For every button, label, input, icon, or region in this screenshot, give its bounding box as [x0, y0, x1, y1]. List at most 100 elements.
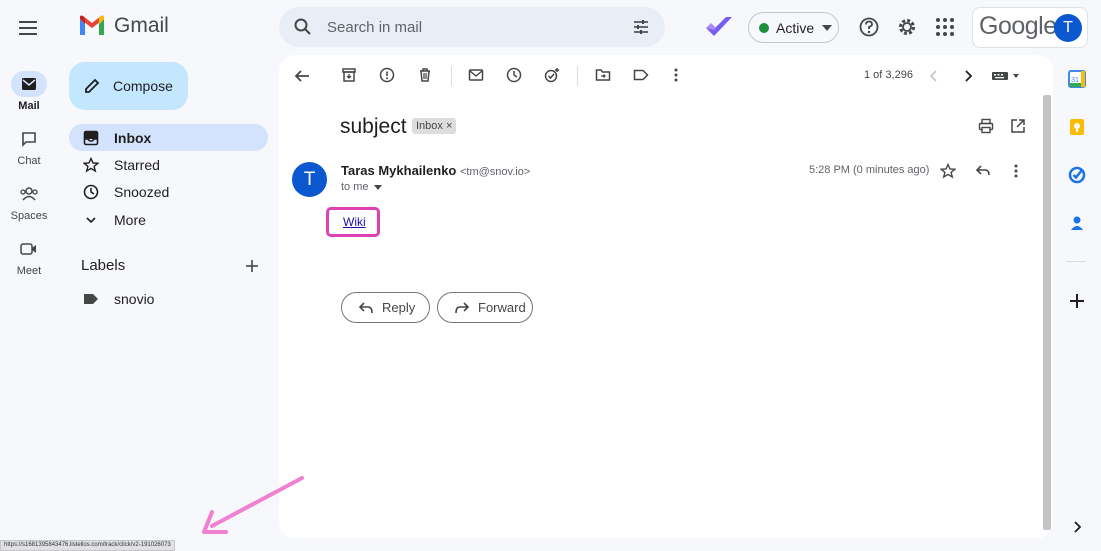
main-menu-icon[interactable]: [17, 17, 39, 39]
highlighted-link-box: Wiki: [326, 207, 380, 237]
recipient-text: to me: [341, 181, 369, 193]
pencil-icon: [85, 78, 100, 93]
caret-down-icon: [373, 184, 382, 190]
avatar[interactable]: T: [1054, 14, 1082, 42]
link-url-status: https://s1681395843476.listellos.com/tra…: [0, 540, 175, 551]
label-tag-icon: [84, 293, 98, 304]
toolbar-divider: [577, 66, 578, 86]
labels-heading: Labels: [81, 257, 126, 274]
chip-text: Inbox: [416, 120, 443, 132]
rail-label: Spaces: [10, 210, 48, 222]
compose-button[interactable]: Compose: [69, 62, 188, 110]
search-options-icon[interactable]: [631, 17, 651, 37]
chevron-left-icon[interactable]: [928, 69, 940, 83]
back-arrow-icon[interactable]: [293, 67, 311, 85]
label-icon[interactable]: [633, 67, 649, 83]
caret-down-icon: [822, 24, 833, 31]
chevron-down-icon: [86, 216, 96, 223]
inbox-label-chip[interactable]: Inbox ×: [412, 118, 457, 134]
message-pane: 1 of 3,296 subject Inbox × T Taras Mykha…: [279, 55, 1053, 538]
nav-item-snoozed[interactable]: Snoozed: [69, 178, 268, 205]
meet-icon: [20, 243, 36, 255]
apps-grid-icon[interactable]: [934, 16, 956, 38]
scrollbar[interactable]: [1043, 95, 1051, 530]
gmail-logo-icon: [80, 15, 104, 35]
search-input[interactable]: [327, 7, 607, 47]
wiki-link[interactable]: Wiki: [343, 215, 366, 229]
email-subject: subject: [340, 115, 407, 138]
sender-email: <tm@snov.io>: [460, 166, 531, 178]
label-name: snovio: [114, 290, 155, 307]
sender-name[interactable]: Taras Mykhailenko: [341, 163, 456, 178]
report-spam-icon[interactable]: [379, 67, 395, 83]
rail-item-meet[interactable]: Meet: [0, 236, 58, 277]
rail-item-spaces[interactable]: Spaces: [0, 181, 58, 222]
gmail-logo[interactable]: Gmail: [78, 14, 169, 38]
label-item-snovio[interactable]: snovio: [69, 285, 268, 312]
account-switcher[interactable]: Google T: [972, 7, 1088, 48]
nav-item-more[interactable]: More: [69, 206, 268, 233]
add-label-icon[interactable]: [244, 258, 260, 274]
reply-arrow-icon[interactable]: [975, 163, 991, 179]
annotation-arrow: [202, 476, 304, 534]
nav-label: Inbox: [114, 129, 152, 146]
status-dot: [759, 22, 769, 33]
more-vert-icon[interactable]: [1010, 163, 1022, 179]
add-addon-icon[interactable]: [1068, 292, 1086, 310]
search-bar: [279, 7, 665, 47]
compose-label: Compose: [113, 78, 173, 94]
status-label: Active: [776, 19, 815, 36]
chat-icon: [22, 132, 36, 147]
move-to-folder-icon[interactable]: [595, 67, 611, 83]
sender-avatar[interactable]: T: [292, 162, 327, 197]
forward-arrow-icon: [455, 301, 470, 313]
app-rail: Mail Chat Spaces Meet: [0, 0, 58, 551]
pagination-count: 1 of 3,296: [864, 69, 913, 81]
forward-label: Forward: [478, 300, 526, 315]
mail-icon: [22, 78, 36, 90]
keyboard-icon[interactable]: [991, 71, 1023, 81]
snooze-clock-icon[interactable]: [506, 67, 522, 83]
contacts-icon[interactable]: [1068, 214, 1086, 232]
settings-gear-icon[interactable]: [896, 16, 918, 38]
recipient-line[interactable]: to me: [341, 181, 382, 193]
print-icon[interactable]: [978, 118, 994, 134]
add-task-icon[interactable]: [544, 67, 560, 83]
rail-item-chat[interactable]: Chat: [0, 126, 58, 167]
delete-icon[interactable]: [417, 67, 433, 83]
email-timestamp: 5:28 PM (0 minutes ago): [809, 164, 930, 176]
rail-label: Mail: [18, 100, 40, 112]
status-selector[interactable]: Active: [748, 12, 839, 43]
side-divider: [1066, 261, 1086, 262]
svg-text:31: 31: [1071, 77, 1079, 84]
open-new-window-icon[interactable]: [1010, 118, 1026, 134]
clock-icon: [83, 184, 99, 199]
more-vert-icon[interactable]: [669, 67, 683, 83]
chevron-right-icon[interactable]: [962, 69, 974, 83]
calendar-icon[interactable]: 31: [1068, 70, 1086, 88]
star-icon: [83, 156, 99, 172]
search-icon[interactable]: [293, 17, 313, 37]
tasks-icon[interactable]: [1068, 166, 1086, 184]
nav-item-starred[interactable]: Starred: [69, 151, 268, 178]
rail-label: Chat: [17, 155, 41, 167]
archive-icon[interactable]: [341, 67, 357, 83]
keep-icon[interactable]: [1068, 118, 1086, 136]
nav-item-inbox[interactable]: Inbox: [69, 124, 268, 151]
star-outline-icon[interactable]: [940, 163, 956, 179]
remove-label-icon[interactable]: ×: [446, 120, 452, 132]
google-wordmark: Google: [979, 12, 1057, 40]
rail-label: Meet: [16, 265, 42, 277]
nav-label: More: [114, 211, 146, 228]
reply-button[interactable]: Reply: [341, 292, 430, 323]
chevron-right-icon[interactable]: [1071, 520, 1083, 534]
rail-item-mail[interactable]: Mail: [0, 71, 58, 112]
sender-line: Taras Mykhailenko <tm@snov.io>: [341, 163, 530, 178]
nav-label: Snoozed: [114, 183, 170, 200]
extension-check-icon[interactable]: [704, 14, 734, 45]
app-name: Gmail: [114, 14, 169, 37]
spaces-icon: [20, 187, 38, 201]
help-icon[interactable]: [858, 16, 880, 38]
forward-button[interactable]: Forward: [437, 292, 533, 323]
mark-unread-icon[interactable]: [468, 67, 484, 83]
